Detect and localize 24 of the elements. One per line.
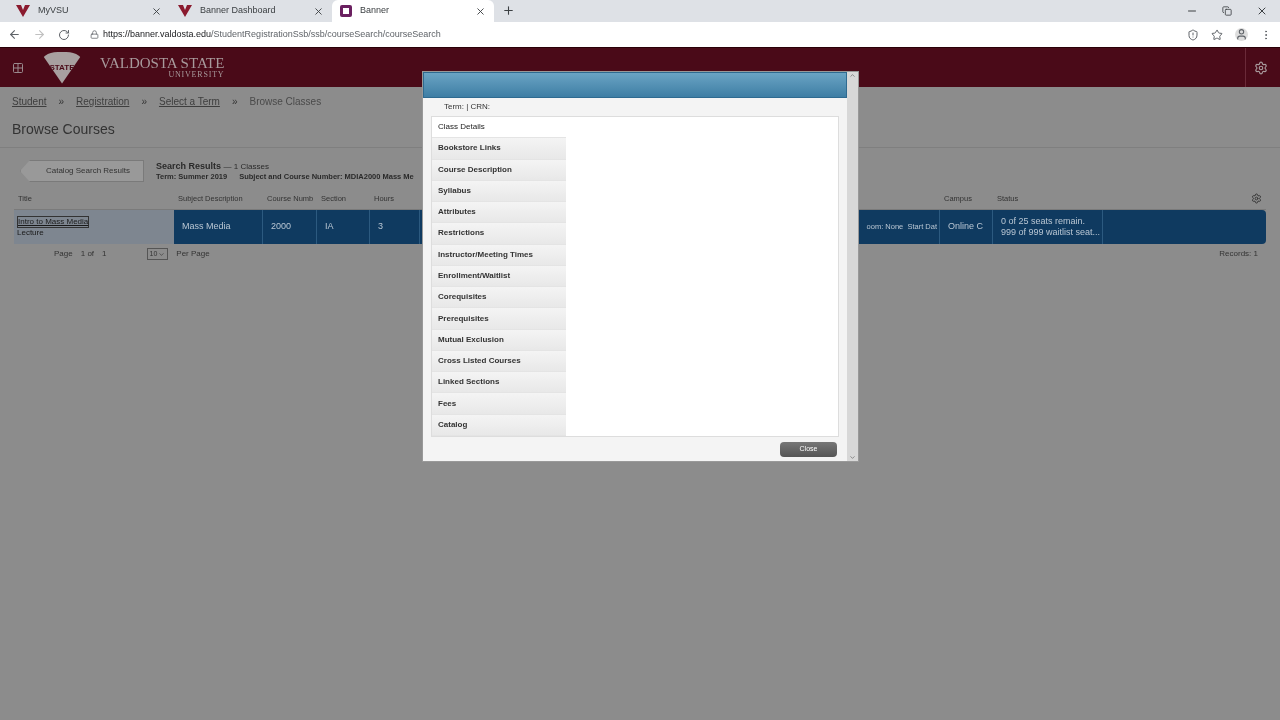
table-cell: 2000 [263,210,317,244]
page-number: 1 of [80,248,95,260]
breadcrumb-separator: » [141,94,147,109]
schedule-type: Lecture [17,228,45,238]
records-count: Records: 1 [1219,248,1259,260]
table-cell: Online C [940,210,993,244]
tab-title: Banner Dashboard [200,4,277,18]
table-cell: 0 of 25 seats remain. 999 of 999 waitlist seat... [993,210,1103,244]
tab-title: Banner [360,4,391,18]
table-cell: Mass Media [174,210,263,244]
logo-subtitle: UNIVERSITY [168,71,225,79]
tab-title: MyVSU [38,4,70,18]
table-cell: IA [317,210,370,244]
per-page-label: Per Page [176,248,210,260]
page-total: 1 [102,248,107,260]
breadcrumb-current: Browse Classes [249,94,322,109]
table-cell: 3 [370,210,420,244]
breadcrumb-separator: » [231,94,238,109]
logo-name: VALDOSTA STATE [100,56,225,71]
url-text: https://banner.valdosta.edu/StudentRegistrationSsb/ssb/courseSearch/courseSearch [103,27,441,41]
results-heading: Search Results — 1 Classes [156,160,270,172]
pager-label: Page [54,248,73,260]
breadcrumb-separator: » [58,94,65,109]
dialog-subtitle: Term: | CRN: [443,101,492,113]
